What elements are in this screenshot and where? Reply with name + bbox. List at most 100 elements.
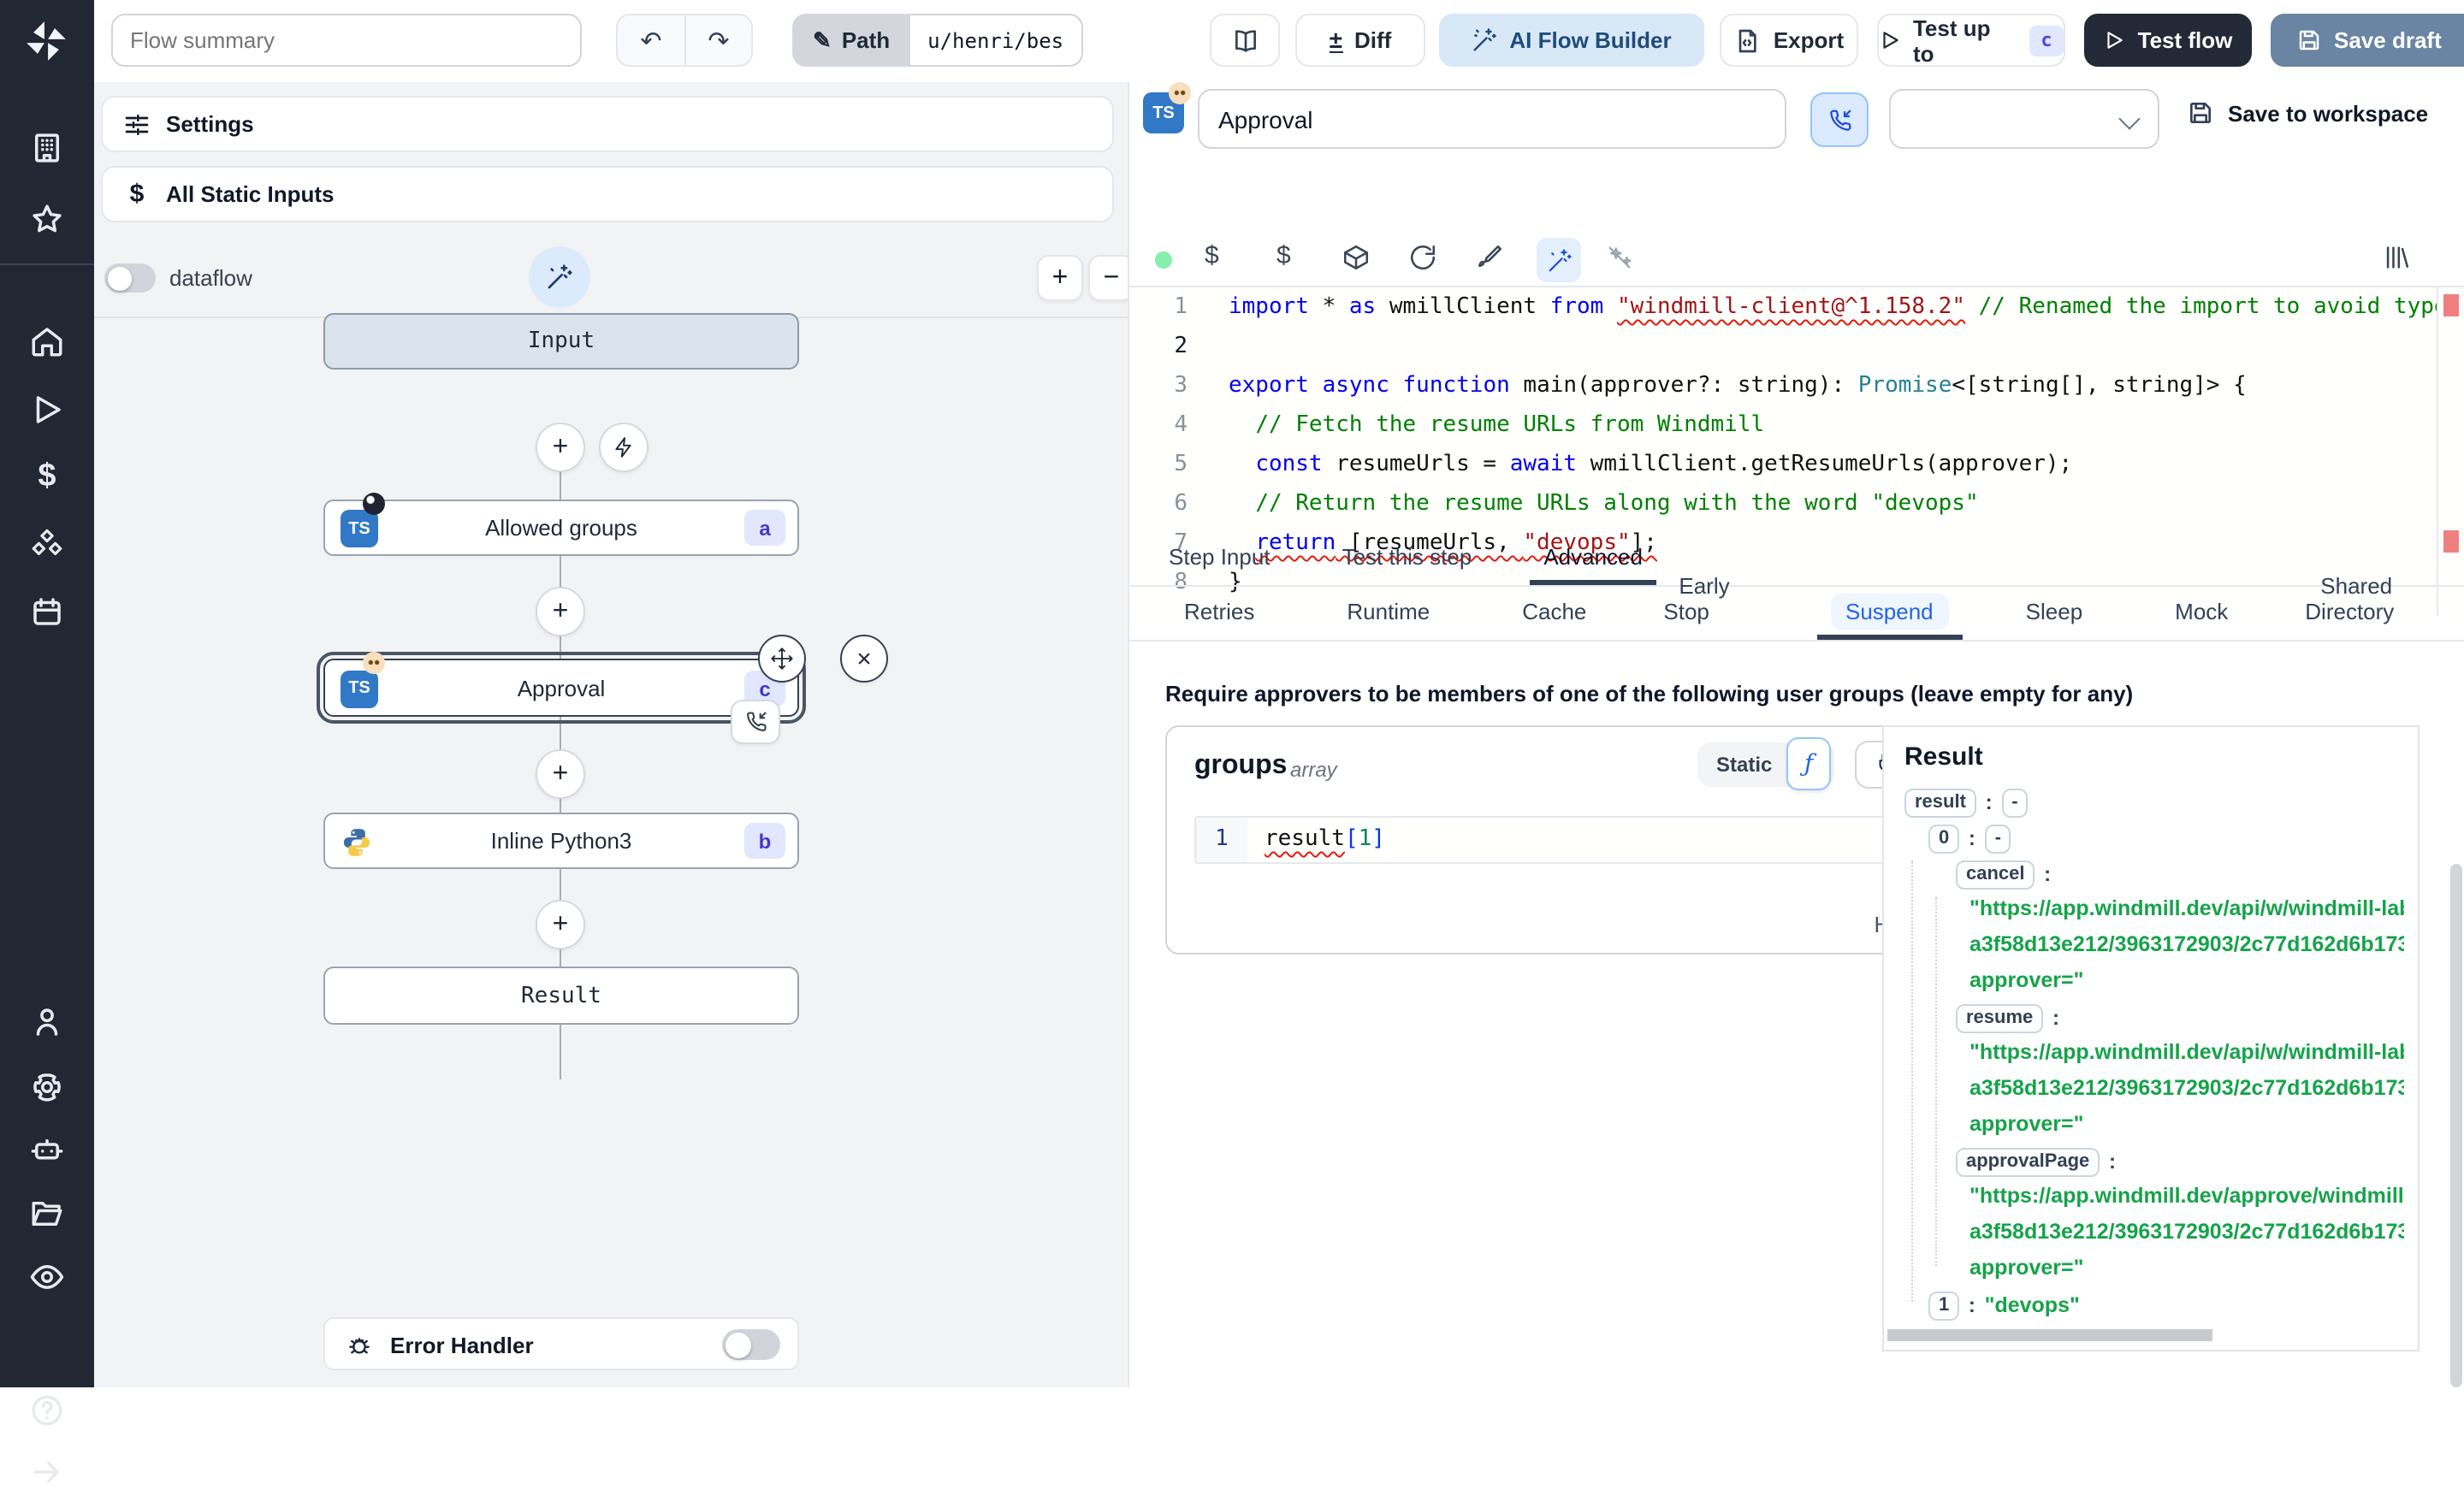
- ai-flow-builder-button[interactable]: AI Flow Builder: [1439, 14, 1704, 67]
- result-string-value: "devops": [1984, 1293, 2080, 1317]
- help-icon[interactable]: [29, 1392, 65, 1428]
- node-input[interactable]: Input: [323, 313, 799, 370]
- variables-dollar-icon[interactable]: $: [1205, 241, 1219, 270]
- ai-sparkles-off-icon[interactable]: [1605, 243, 1634, 272]
- result-url-line: "https://app.windmill.dev/approve/windmi…: [1969, 1184, 2404, 1208]
- horizontal-scrollbar-thumb[interactable]: [1887, 1329, 2212, 1341]
- tab-advanced[interactable]: Advanced: [1530, 544, 1656, 585]
- flow-summary-input[interactable]: [111, 14, 582, 67]
- schedules-calendar-icon[interactable]: [29, 594, 65, 630]
- result-key-chip[interactable]: approvalPage: [1956, 1148, 2100, 1177]
- suspend-phone-badge[interactable]: [731, 700, 780, 744]
- format-brush-icon[interactable]: [1475, 243, 1504, 272]
- node-approval-selected[interactable]: TS Approval c: [316, 651, 807, 724]
- path-button[interactable]: ✎ Path: [792, 14, 911, 67]
- expression-fx-button[interactable]: ƒ: [1786, 737, 1831, 790]
- node-allowed-groups-label: Allowed groups: [485, 515, 637, 541]
- settings-gear-icon[interactable]: [29, 1069, 65, 1105]
- subtab-sleep[interactable]: Sleep: [2007, 599, 2102, 640]
- test-flow-button[interactable]: Test flow: [2084, 14, 2252, 67]
- subtab-early-stop[interactable]: Early Stop: [1660, 573, 1772, 640]
- export-button[interactable]: Export: [1720, 14, 1858, 67]
- result-url-line: a3f58d13e212/3963172903/2c77d162d6b17395…: [1969, 932, 2404, 956]
- subtab-shared-directory[interactable]: Shared Directory: [2301, 573, 2464, 640]
- flow-settings-button[interactable]: Settings: [101, 96, 1114, 152]
- resources-dollar-icon[interactable]: $: [1276, 241, 1291, 270]
- reload-icon[interactable]: [1408, 243, 1437, 272]
- result-tree-row: cancel :: [1904, 855, 2404, 891]
- subtab-retries[interactable]: Retries: [1165, 599, 1273, 640]
- result-key-chip[interactable]: result: [1904, 789, 1976, 818]
- trigger-bolt-button[interactable]: [599, 423, 649, 472]
- result-key-chip[interactable]: 1: [1928, 1292, 1960, 1321]
- runs-icon[interactable]: [29, 392, 65, 428]
- save-draft-button[interactable]: Save draft: [2271, 14, 2464, 67]
- move-step-button[interactable]: [758, 635, 806, 683]
- add-step-button[interactable]: +: [536, 900, 585, 949]
- docs-book-button[interactable]: [1210, 14, 1280, 67]
- favorites-star-icon[interactable]: [29, 202, 65, 238]
- home-icon[interactable]: [29, 323, 65, 359]
- tab-test-this-step[interactable]: Test this step: [1339, 544, 1476, 585]
- subtab-runtime[interactable]: Runtime: [1328, 599, 1448, 640]
- node-input-label: Input: [527, 328, 595, 354]
- subtab-suspend[interactable]: Suspend: [1815, 594, 1964, 640]
- subtab-cache[interactable]: Cache: [1503, 599, 1605, 640]
- tab-step-input[interactable]: Step Input: [1165, 544, 1274, 585]
- dollar-icon: $: [129, 180, 145, 209]
- suspend-phone-button[interactable]: [1810, 92, 1869, 147]
- users-icon[interactable]: [29, 1004, 65, 1040]
- node-result[interactable]: Result: [323, 967, 799, 1025]
- redo-button[interactable]: ↷: [684, 14, 753, 67]
- add-step-button[interactable]: +: [536, 423, 585, 472]
- phone-incoming-icon: [746, 712, 766, 731]
- dataflow-toggle[interactable]: [104, 263, 156, 293]
- lightning-icon: [615, 437, 631, 458]
- step-avatar: [1169, 82, 1191, 104]
- audit-eye-icon[interactable]: [29, 1259, 65, 1295]
- library-icon[interactable]: [2382, 243, 2411, 272]
- kind-select[interactable]: [1889, 89, 2159, 149]
- delete-step-button[interactable]: ×: [840, 635, 888, 683]
- path-value[interactable]: u/henri/bes: [910, 14, 1083, 67]
- step-name-input[interactable]: [1198, 89, 1786, 149]
- subtab-mock[interactable]: Mock: [2156, 599, 2247, 640]
- add-step-button[interactable]: +: [536, 749, 585, 799]
- result-url-line: approver=": [1969, 968, 2084, 992]
- expression-editor[interactable]: 1 result[1]: [1194, 816, 1947, 864]
- window-scrollbar-thumb[interactable]: [2450, 864, 2462, 1387]
- collapse-chip[interactable]: -: [2001, 789, 2029, 818]
- result-key-chip[interactable]: resume: [1956, 1004, 2044, 1033]
- variables-icon[interactable]: $: [29, 458, 65, 494]
- result-key-chip[interactable]: 0: [1928, 825, 1960, 854]
- result-tree-row: resume :: [1904, 999, 2404, 1035]
- error-handler-toggle[interactable]: [722, 1329, 780, 1360]
- error-handler-card[interactable]: Error Handler: [323, 1317, 799, 1370]
- node-allowed-groups[interactable]: TS Allowed groups a: [323, 493, 799, 556]
- save-to-workspace-button[interactable]: Save to workspace: [2187, 99, 2428, 127]
- result-url-line: "https://app.windmill.dev/api/w/windmill…: [1969, 1040, 2404, 1064]
- diff-button[interactable]: ± Diff: [1295, 14, 1425, 67]
- zoom-out-button[interactable]: −: [1088, 255, 1128, 301]
- collapse-chip[interactable]: -: [1984, 825, 2011, 854]
- add-step-button[interactable]: +: [536, 587, 585, 636]
- workers-robot-icon[interactable]: [29, 1132, 65, 1168]
- node-result-label: Result: [521, 983, 601, 1008]
- node-inline-python[interactable]: Inline Python3 b: [323, 813, 799, 869]
- code-line: 5 const resumeUrls = await wmillClient.g…: [1174, 452, 2073, 477]
- windmill-logo-icon[interactable]: [22, 17, 70, 65]
- test-up-to-button[interactable]: Test up to c: [1877, 14, 2065, 67]
- folders-icon[interactable]: [29, 1196, 65, 1232]
- zoom-in-button[interactable]: +: [1037, 255, 1083, 301]
- ai-assistant-wand-button[interactable]: [1537, 238, 1581, 282]
- resources-icon[interactable]: [29, 527, 65, 563]
- workspace-icon[interactable]: [29, 130, 65, 166]
- collapse-sidebar-arrow-icon[interactable]: [29, 1454, 65, 1490]
- step-tabs: Step Input Test this step Advanced: [1129, 534, 2464, 587]
- sliders-icon: [125, 114, 149, 134]
- undo-button[interactable]: ↶: [616, 14, 684, 67]
- ai-graph-wand-button[interactable]: [529, 246, 590, 308]
- all-static-inputs-button[interactable]: $ All Static Inputs: [101, 166, 1114, 222]
- package-icon[interactable]: [1342, 243, 1371, 272]
- result-key-chip[interactable]: cancel: [1956, 860, 2035, 890]
